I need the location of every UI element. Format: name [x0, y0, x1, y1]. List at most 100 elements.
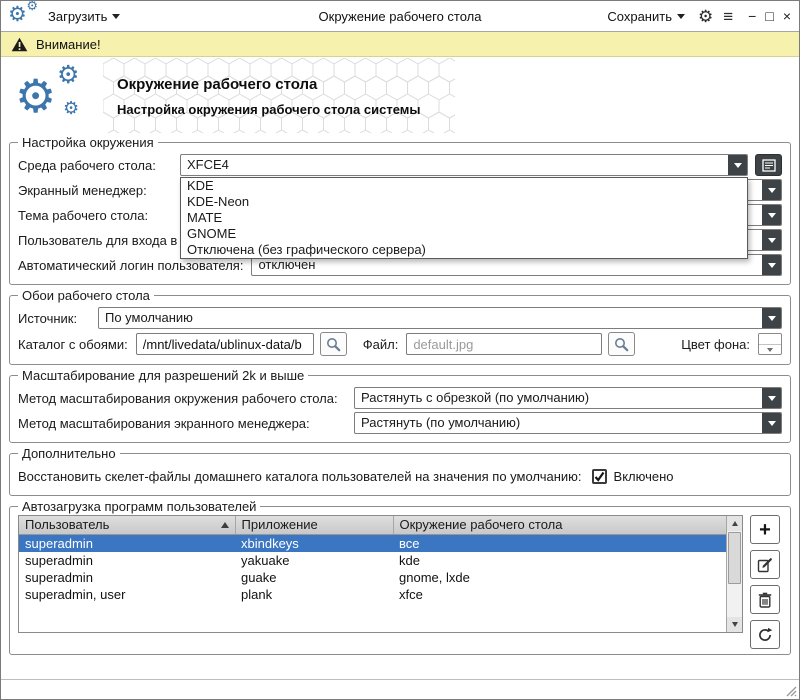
- titlebar: ⚙ ⚙ Загрузить Окружение рабочего стола С…: [1, 1, 799, 31]
- cell-user: superadmin: [19, 534, 235, 552]
- column-header-env[interactable]: Окружение рабочего стола: [393, 516, 726, 534]
- settings-gear-button[interactable]: ⚙: [697, 9, 714, 24]
- dropdown-option[interactable]: MATE: [181, 210, 747, 226]
- close-button[interactable]: ×: [783, 9, 791, 23]
- chevron-up-icon: [732, 521, 738, 526]
- column-header-label: Приложение: [242, 517, 318, 532]
- wallpaper-directory-label: Каталог с обоями:: [18, 337, 128, 352]
- header-text: Окружение рабочего стола Настройка окруж…: [117, 76, 421, 117]
- scaling-legend: Масштабирование для разрешений 2k и выше: [18, 368, 308, 383]
- page-subtitle: Настройка окружения рабочего стола систе…: [117, 102, 421, 117]
- combo-dropdown-button[interactable]: [762, 388, 781, 408]
- column-header-app[interactable]: Приложение: [235, 516, 393, 534]
- combo-dropdown-button[interactable]: [762, 413, 781, 433]
- dropdown-option[interactable]: KDE-Neon: [181, 194, 747, 210]
- login-user-label: Пользователь для входа в с: [18, 233, 187, 248]
- skel-checkbox-label: Включено: [614, 469, 674, 484]
- titlebar-right: Сохранить ⚙ ≡ − □ ×: [481, 7, 791, 26]
- chevron-down-icon: [768, 263, 776, 268]
- table-row[interactable]: superadmin xbindkeys все: [19, 534, 726, 552]
- gear-icon: ⚙: [8, 4, 27, 25]
- chevron-down-icon: [768, 238, 776, 243]
- list-icon: [762, 159, 776, 172]
- column-header-user[interactable]: Пользователь: [19, 516, 235, 534]
- scaling-dm-combobox[interactable]: Растянуть (по умолчанию): [354, 412, 782, 434]
- resize-grip[interactable]: [785, 685, 797, 697]
- env-details-button[interactable]: [755, 154, 782, 176]
- edit-row-button[interactable]: [750, 550, 780, 579]
- combo-dropdown-button[interactable]: [762, 180, 781, 200]
- save-button[interactable]: Сохранить: [603, 7, 689, 26]
- scroll-down-button[interactable]: [727, 617, 742, 632]
- cell-app: guake: [235, 569, 393, 586]
- autostart-legend: Автозагрузка программ пользователей: [18, 499, 260, 514]
- table-row[interactable]: superadmin yakuake kde: [19, 552, 726, 569]
- combo-dropdown-button[interactable]: [762, 308, 781, 328]
- page-title: Окружение рабочего стола: [117, 76, 421, 93]
- window-title: Окружение рабочего стола: [319, 9, 482, 24]
- column-header-label: Пользователь: [25, 517, 109, 532]
- scroll-up-button[interactable]: [727, 516, 742, 531]
- statusbar: [1, 679, 799, 699]
- chevron-down-icon: [732, 622, 738, 627]
- autostart-group: Автозагрузка программ пользователей Поль…: [9, 499, 791, 655]
- browse-file-button[interactable]: [608, 332, 635, 356]
- delete-row-button[interactable]: [750, 585, 780, 614]
- menu-button[interactable]: ≡: [722, 9, 734, 24]
- scaling-desktop-label: Метод масштабирования окружения рабочего…: [18, 391, 346, 406]
- window-controls: − □ ×: [748, 9, 791, 23]
- add-row-button[interactable]: +: [750, 515, 780, 544]
- combo-dropdown-button[interactable]: [762, 205, 781, 225]
- refresh-button[interactable]: [750, 620, 780, 649]
- minimize-button[interactable]: −: [748, 9, 756, 23]
- warning-text: Внимание!: [36, 37, 101, 52]
- dropdown-option[interactable]: Отключена (без графического сервера): [181, 242, 747, 258]
- bg-color-picker-button[interactable]: [758, 333, 782, 355]
- chevron-down-icon: [677, 14, 685, 19]
- combo-dropdown-button[interactable]: [762, 230, 781, 250]
- table-row[interactable]: superadmin, user plank xfce: [19, 586, 726, 603]
- wallpaper-source-combobox[interactable]: По умолчанию: [98, 307, 782, 329]
- chevron-down-icon: [768, 421, 776, 426]
- chevron-down-icon: [734, 163, 742, 168]
- combo-dropdown-button[interactable]: [762, 255, 781, 275]
- extra-group: Дополнительно Восстановить скелет-файлы …: [9, 446, 791, 496]
- autostart-table-frame: Пользователь Приложение Окружение рабоче…: [18, 515, 743, 633]
- trash-icon: [758, 592, 772, 608]
- warning-icon: [11, 37, 28, 52]
- chevron-down-icon: [768, 316, 776, 321]
- table-scrollbar[interactable]: [726, 516, 742, 632]
- combo-dropdown-button[interactable]: [728, 155, 747, 175]
- bg-color-label: Цвет фона:: [681, 337, 750, 352]
- scaling-group: Масштабирование для разрешений 2k и выше…: [9, 368, 791, 443]
- table-row[interactable]: superadmin guake gnome, lxde: [19, 569, 726, 586]
- color-swatch: [759, 334, 781, 345]
- autostart-table-area: Пользователь Приложение Окружение рабоче…: [19, 516, 726, 632]
- scrollbar-thumb[interactable]: [728, 532, 741, 584]
- extra-legend: Дополнительно: [18, 446, 120, 461]
- search-icon: [326, 337, 341, 352]
- skel-restore-checkbox[interactable]: [592, 469, 607, 484]
- form-row: Каталог с обоями: Файл: Цвет фона:: [18, 332, 782, 356]
- wallpaper-source-value: По умолчанию: [99, 308, 762, 328]
- auto-login-label: Автоматический логин пользователя:: [18, 258, 243, 273]
- cell-app: plank: [235, 586, 393, 603]
- dropdown-option[interactable]: GNOME: [181, 226, 747, 242]
- wallpaper-source-label: Источник:: [18, 311, 90, 326]
- desktop-env-combobox[interactable]: XFCE4: [180, 154, 748, 176]
- load-button[interactable]: Загрузить: [44, 7, 124, 26]
- wallpaper-file-input[interactable]: [406, 333, 602, 355]
- form-row: Среда рабочего стола: XFCE4 KDE KDE-Neon…: [18, 154, 782, 176]
- scaling-desktop-combobox[interactable]: Растянуть с обрезкой (по умолчанию): [354, 387, 782, 409]
- cell-env: gnome, lxde: [393, 569, 726, 586]
- autostart-table: Пользователь Приложение Окружение рабоче…: [19, 516, 726, 603]
- wallpaper-directory-input[interactable]: [136, 333, 314, 355]
- wallpaper-legend: Обои рабочего стола: [18, 288, 154, 303]
- scrollbar-track[interactable]: [727, 585, 742, 617]
- dropdown-option[interactable]: KDE: [181, 178, 747, 194]
- desktop-env-dropdown-list: KDE KDE-Neon MATE GNOME Отключена (без г…: [180, 177, 748, 259]
- maximize-button[interactable]: □: [765, 9, 773, 23]
- autostart-layout: Пользователь Приложение Окружение рабоче…: [18, 515, 782, 649]
- browse-directory-button[interactable]: [320, 332, 347, 356]
- table-header-row: Пользователь Приложение Окружение рабоче…: [19, 516, 726, 534]
